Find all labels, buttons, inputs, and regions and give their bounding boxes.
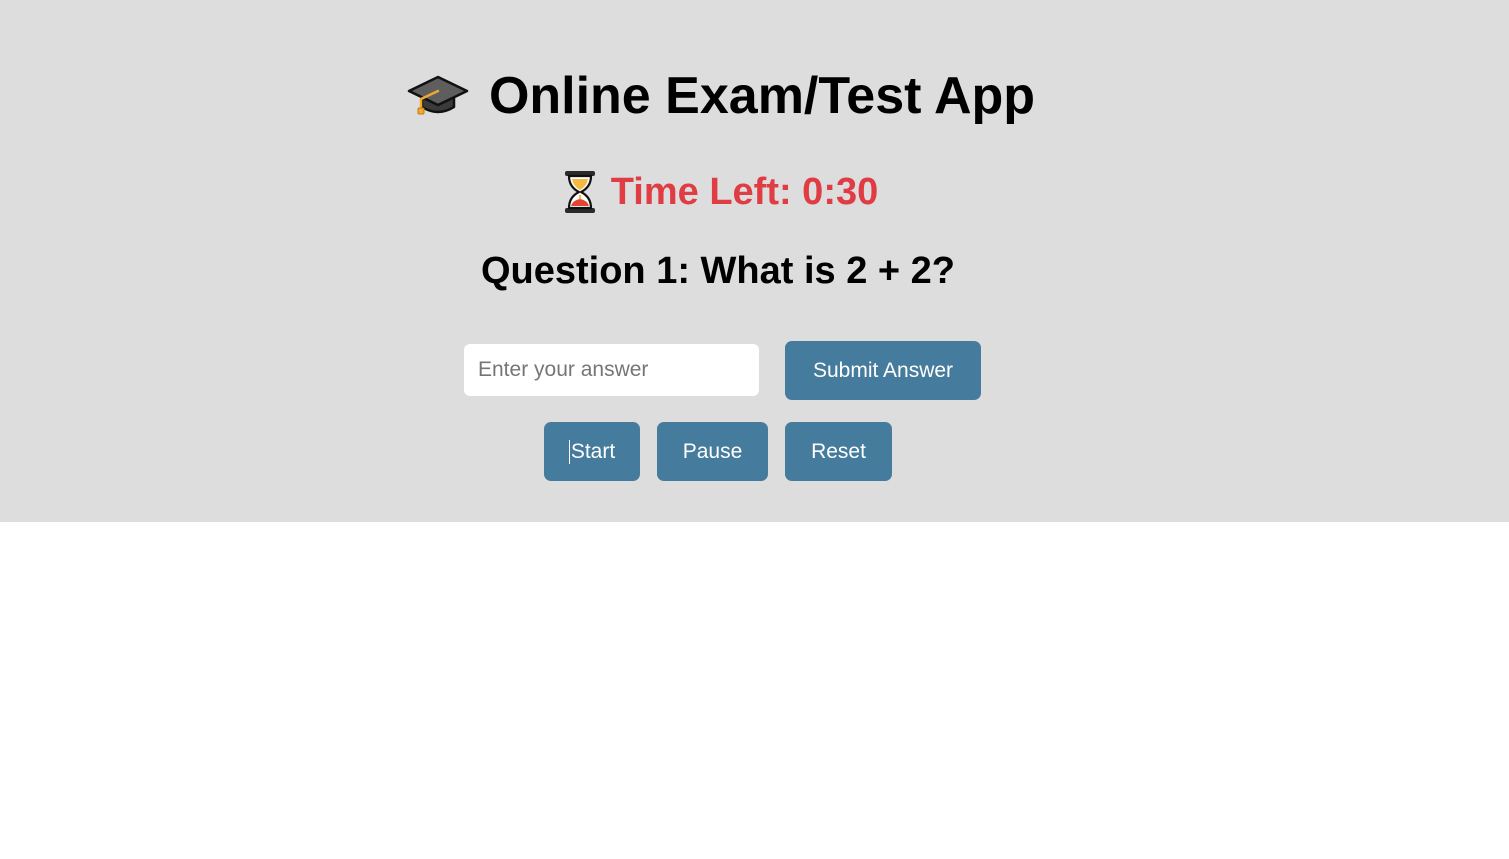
start-label: Start — [570, 439, 616, 463]
pause-label: Pause — [682, 439, 743, 463]
hourglass-icon — [562, 169, 598, 215]
graduation-cap-icon — [407, 71, 469, 121]
pause-button[interactable]: Pause — [657, 422, 768, 481]
answer-input[interactable] — [464, 344, 759, 396]
header: Online Exam/Test App — [0, 66, 1442, 126]
timer-section: Time Left: 0:30 — [0, 169, 1440, 215]
app-title-text: Online Exam/Test App — [488, 67, 1036, 125]
reset-label: Reset — [811, 439, 866, 463]
question-section: Question 1: What is 2 + 2? — [0, 248, 1436, 294]
reset-button[interactable]: Reset — [785, 422, 892, 481]
app-title: Online Exam/Test App — [407, 66, 1035, 126]
submit-answer-button[interactable]: Submit Answer — [785, 341, 981, 400]
question-text: Question 1: What is 2 + 2? — [480, 250, 956, 292]
timer-text: Time Left: 0:30 — [610, 171, 879, 213]
exam-app-panel: Online Exam/Test App Time Left: 0:30 Que… — [0, 0, 1509, 522]
timer-display: Time Left: 0:30 — [562, 169, 878, 215]
submit-answer-label: Submit Answer — [812, 358, 954, 382]
page-background — [0, 522, 1509, 859]
text-cursor — [568, 439, 570, 464]
start-button[interactable]: Start — [544, 422, 640, 481]
